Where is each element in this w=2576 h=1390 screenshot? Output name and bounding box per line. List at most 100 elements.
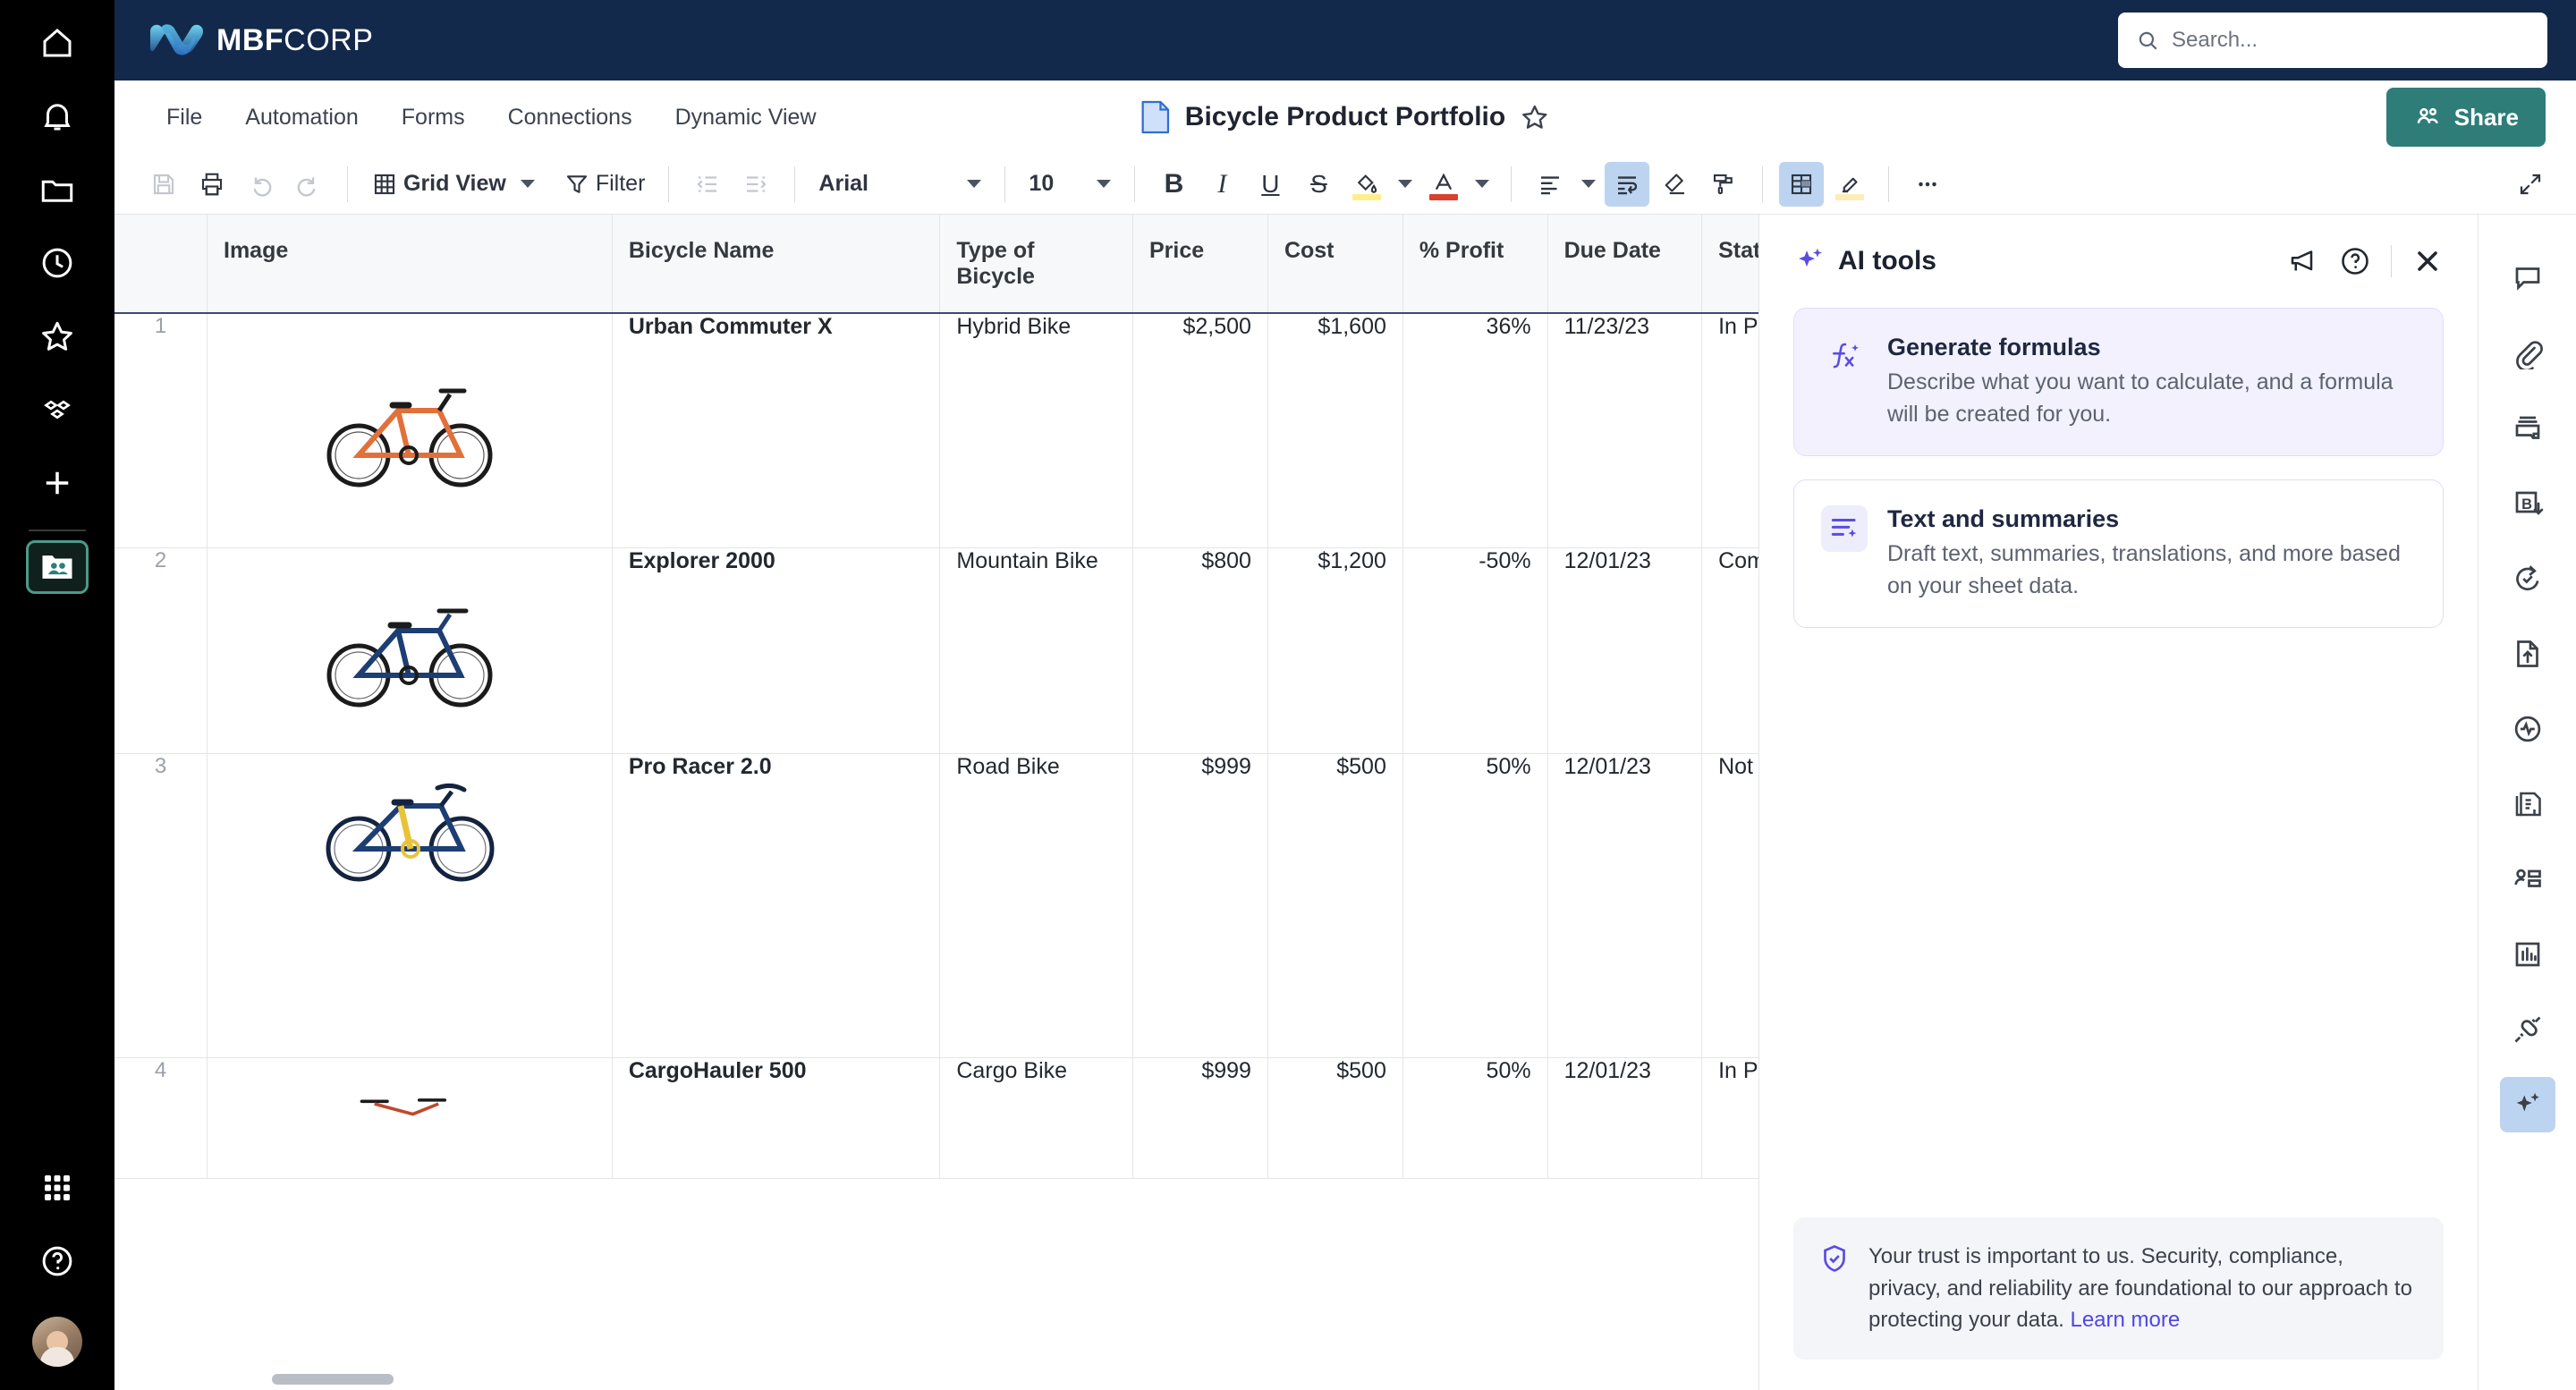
paperclip-attachment-icon[interactable] — [2500, 326, 2555, 381]
cell-profit[interactable]: -50% — [1402, 547, 1547, 753]
table-row[interactable]: 4 CargoHauler 500 — [114, 1057, 1758, 1178]
comment-bubble-icon[interactable] — [2500, 250, 2555, 306]
cell-price[interactable]: $999 — [1133, 753, 1268, 1057]
text-color-dropdown[interactable] — [1470, 162, 1495, 207]
paint-roller-icon[interactable] — [1701, 162, 1746, 207]
cell-status[interactable]: In Progress — [1702, 313, 1758, 547]
ai-sparkle-icon[interactable] — [2500, 1077, 2555, 1132]
italic-button[interactable]: I — [1199, 162, 1244, 207]
redo-arrow-icon[interactable] — [286, 162, 331, 207]
column-header-rownum[interactable] — [114, 215, 208, 313]
menu-item-forms[interactable]: Forms — [380, 96, 487, 140]
cell-cost[interactable]: $500 — [1267, 753, 1402, 1057]
search-input[interactable] — [2172, 28, 2529, 53]
learn-more-link[interactable]: Learn more — [2070, 1308, 2180, 1332]
clock-recents-icon[interactable] — [27, 233, 88, 293]
column-header-image[interactable]: Image — [208, 215, 613, 313]
column-header-status[interactable]: Status — [1702, 215, 1758, 313]
font-size-selector[interactable]: 10 — [1021, 165, 1118, 202]
search-box[interactable] — [2118, 13, 2547, 68]
cell-due-date[interactable]: 12/01/23 — [1547, 1057, 1702, 1178]
wrap-text-icon[interactable] — [1605, 162, 1649, 207]
folder-icon[interactable] — [27, 159, 88, 220]
cell-due-date[interactable]: 12/01/23 — [1547, 547, 1702, 753]
row-number[interactable]: 3 — [114, 753, 208, 1057]
expand-fullscreen-icon[interactable] — [2508, 162, 2553, 207]
cell-type[interactable]: Mountain Bike — [940, 547, 1133, 753]
cell-cost[interactable]: $1,200 — [1267, 547, 1402, 753]
bar-chart-icon[interactable] — [2500, 927, 2555, 982]
apps-grid-icon[interactable] — [27, 1157, 88, 1218]
cell-image[interactable] — [208, 753, 613, 1057]
help-circle-icon[interactable] — [2339, 245, 2371, 277]
indent-decrease-icon[interactable] — [685, 162, 730, 207]
cell-status[interactable]: Complete — [1702, 547, 1758, 753]
card-view-icon[interactable] — [2500, 401, 2555, 456]
close-x-icon[interactable] — [2411, 245, 2444, 277]
highlighter-icon[interactable] — [1827, 162, 1872, 207]
column-header-profit[interactable]: % Profit — [1402, 215, 1547, 313]
cell-image[interactable] — [208, 313, 613, 547]
user-avatar[interactable] — [32, 1317, 82, 1367]
help-circle-icon[interactable] — [27, 1231, 88, 1292]
font-family-selector[interactable]: Arial — [811, 165, 988, 202]
cell-bicycle-name[interactable]: CargoHauler 500 — [612, 1057, 940, 1178]
table-row[interactable]: 2 — [114, 547, 1758, 753]
table-row[interactable]: 3 — [114, 753, 1758, 1057]
undo-arrow-icon[interactable] — [238, 162, 283, 207]
cell-bicycle-name[interactable]: Explorer 2000 — [612, 547, 940, 753]
cell-price[interactable]: $999 — [1133, 1057, 1268, 1178]
column-header-type[interactable]: Type of Bicycle — [940, 215, 1133, 313]
cell-bicycle-name[interactable]: Pro Racer 2.0 — [612, 753, 940, 1057]
align-left-icon[interactable] — [1528, 162, 1572, 207]
cell-profit[interactable]: 50% — [1402, 753, 1547, 1057]
cell-cost[interactable]: $1,600 — [1267, 313, 1402, 547]
ai-card-generate-formulas[interactable]: Generate formulas Describe what you want… — [1793, 308, 2444, 456]
more-horizontal-icon[interactable] — [1905, 162, 1950, 207]
row-number[interactable]: 1 — [114, 313, 208, 547]
column-header-name[interactable]: Bicycle Name — [612, 215, 940, 313]
summary-document-icon[interactable] — [2500, 776, 2555, 832]
update-requests-icon[interactable] — [2500, 551, 2555, 606]
align-dropdown[interactable] — [1576, 162, 1601, 207]
cell-type[interactable]: Hybrid Bike — [940, 313, 1133, 547]
row-number[interactable]: 4 — [114, 1057, 208, 1178]
table-row[interactable]: 1 — [114, 313, 1758, 547]
home-icon[interactable] — [27, 13, 88, 73]
cell-cost[interactable]: $500 — [1267, 1057, 1402, 1178]
ai-card-text-and-summaries[interactable]: Text and summaries Draft text, summaries… — [1793, 479, 2444, 628]
cell-profit[interactable]: 36% — [1402, 313, 1547, 547]
table-style-icon[interactable] — [1779, 162, 1824, 207]
cell-type[interactable]: Road Bike — [940, 753, 1133, 1057]
menu-item-dynamic-view[interactable]: Dynamic View — [654, 96, 838, 140]
grid-diamond-workspaces-icon[interactable] — [27, 379, 88, 440]
menu-item-automation[interactable]: Automation — [224, 96, 379, 140]
filter-button[interactable]: Filter — [556, 165, 653, 203]
fill-color-dropdown[interactable] — [1393, 162, 1418, 207]
cell-type[interactable]: Cargo Bike — [940, 1057, 1133, 1178]
cell-due-date[interactable]: 11/23/23 — [1547, 313, 1702, 547]
cell-due-date[interactable]: 12/01/23 — [1547, 753, 1702, 1057]
share-button[interactable]: Share — [2386, 88, 2546, 147]
cell-profit[interactable]: 50% — [1402, 1057, 1547, 1178]
star-favorites-icon[interactable] — [27, 306, 88, 367]
printer-icon[interactable] — [190, 162, 234, 207]
fill-bucket-icon[interactable] — [1344, 162, 1389, 207]
column-header-cost[interactable]: Cost — [1267, 215, 1402, 313]
contact-list-icon[interactable] — [2500, 852, 2555, 907]
star-outline-icon[interactable] — [1520, 102, 1550, 132]
plug-connector-icon[interactable] — [2500, 1002, 2555, 1057]
column-header-due[interactable]: Due Date — [1547, 215, 1702, 313]
underline-button[interactable]: U — [1248, 162, 1292, 207]
horizontal-scrollbar[interactable] — [272, 1374, 394, 1385]
cell-price[interactable]: $800 — [1133, 547, 1268, 753]
bold-b-download-icon[interactable]: B — [2500, 476, 2555, 531]
menu-item-connections[interactable]: Connections — [487, 96, 654, 140]
column-header-price[interactable]: Price — [1133, 215, 1268, 313]
cell-status[interactable]: In Progress — [1702, 1057, 1758, 1178]
cell-price[interactable]: $2,500 — [1133, 313, 1268, 547]
megaphone-icon[interactable] — [2287, 245, 2319, 277]
notifications-bell-icon[interactable] — [27, 86, 88, 147]
cell-bicycle-name[interactable]: Urban Commuter X — [612, 313, 940, 547]
bold-button[interactable]: B — [1151, 162, 1196, 207]
